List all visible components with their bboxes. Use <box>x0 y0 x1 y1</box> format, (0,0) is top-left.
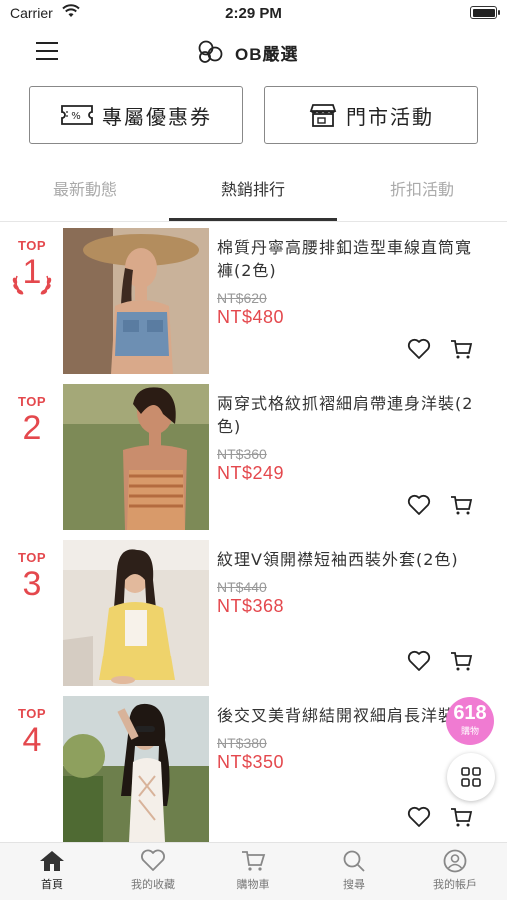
grid-icon <box>461 767 481 787</box>
nav-search[interactable]: 搜尋 <box>304 849 404 892</box>
favorite-heart-icon[interactable] <box>407 806 431 828</box>
nav-favorites[interactable]: 我的收藏 <box>103 849 203 892</box>
grid-menu-button[interactable] <box>447 753 495 801</box>
rank-badge: TOP 2 <box>8 394 56 447</box>
coupon-icon: % <box>61 105 93 125</box>
brand-name: OB嚴選 <box>235 44 299 64</box>
product-info: 後交叉美背綁結開衩細肩長洋裝 NT$380 NT$350 <box>217 704 477 773</box>
nav-favorites-label: 我的收藏 <box>131 878 175 891</box>
product-info: 兩穿式格紋抓褶細肩帶連身洋裝(2色) NT$360 NT$249 <box>217 392 477 484</box>
brand-logo-icon <box>198 40 223 63</box>
list-item[interactable]: TOP 3 紋理V領開襟短袖西裝外套(2色) NT$440 NT$368 <box>0 534 507 689</box>
promo-618-label: 購物 <box>460 726 479 736</box>
rank-badge: TOP 1 <box>8 238 56 295</box>
cart-icon <box>242 851 266 871</box>
search-icon <box>343 850 365 872</box>
brand-logo: OB嚴選 <box>195 38 299 66</box>
rank-label: TOP <box>18 550 46 565</box>
rank-number: 4 <box>22 721 42 759</box>
sale-price: NT$368 <box>217 596 285 616</box>
promo-buttons: % 專屬優惠券 門市活動 <box>29 86 479 144</box>
category-tabs: 最新動態 熱銷排行 折扣活動 <box>0 168 507 222</box>
product-title[interactable]: 後交叉美背綁結開衩細肩長洋裝 <box>217 704 477 727</box>
coupon-button-label: 專屬優惠券 <box>102 104 212 129</box>
app-header: OB嚴選 <box>0 30 507 74</box>
tab-discounts[interactable]: 折扣活動 <box>347 176 497 200</box>
product-actions <box>407 494 473 520</box>
product-title[interactable]: 棉質丹寧高腰排釦造型車線直筒寬褲(2色) <box>217 236 477 282</box>
list-item[interactable]: TOP 1 棉質丹寧高腰排釦造型車線直筒寬褲(2色) NT$620 NT$480 <box>0 222 507 377</box>
add-to-cart-icon[interactable] <box>449 650 473 672</box>
promo-618-button[interactable]: 618 購物 <box>446 697 494 745</box>
rank-badge: TOP 3 <box>8 550 56 603</box>
rank-label: TOP <box>18 238 46 253</box>
original-price: NT$440 <box>217 579 267 595</box>
list-item[interactable]: TOP 2 兩穿式格紋抓褶細肩帶連身洋裝(2色) NT$360 NT$249 <box>0 378 507 533</box>
add-to-cart-icon[interactable] <box>449 494 473 516</box>
laurel-icon <box>12 275 52 295</box>
favorite-heart-icon[interactable] <box>407 338 431 360</box>
add-to-cart-icon[interactable] <box>449 338 473 360</box>
home-icon <box>40 851 64 871</box>
coupon-button[interactable]: % 專屬優惠券 <box>29 86 243 144</box>
battery-icon <box>470 6 500 19</box>
product-image[interactable] <box>63 540 209 686</box>
nav-account[interactable]: 我的帳戶 <box>405 849 505 892</box>
tab-latest[interactable]: 最新動態 <box>10 176 160 200</box>
product-info: 紋理V領開襟短袖西裝外套(2色) NT$440 NT$368 <box>217 548 477 617</box>
product-image[interactable] <box>63 384 209 530</box>
store-events-button[interactable]: 門市活動 <box>264 86 478 144</box>
rank-badge: TOP 4 <box>8 706 56 759</box>
sale-price: NT$249 <box>217 463 285 483</box>
original-price: NT$380 <box>217 735 267 751</box>
original-price: NT$620 <box>217 290 267 306</box>
rank-label: TOP <box>18 706 46 721</box>
nav-cart[interactable]: 購物車 <box>203 849 303 892</box>
promo-618-number: 618 <box>453 702 487 724</box>
favorite-heart-icon[interactable] <box>407 494 431 516</box>
rank-number: 2 <box>22 409 42 447</box>
nav-home-label: 首頁 <box>41 878 63 891</box>
add-to-cart-icon[interactable] <box>449 806 473 828</box>
nav-search-label: 搜尋 <box>343 878 365 891</box>
heart-icon <box>141 849 165 871</box>
rank-label: TOP <box>18 394 46 409</box>
product-actions <box>407 650 473 676</box>
product-actions <box>407 806 473 832</box>
sale-price: NT$350 <box>217 752 285 772</box>
nav-cart-label: 購物車 <box>236 878 270 891</box>
product-image[interactable] <box>63 696 209 842</box>
product-title[interactable]: 紋理V領開襟短袖西裝外套(2色) <box>217 548 477 571</box>
store-icon <box>309 104 337 127</box>
nav-account-label: 我的帳戶 <box>433 878 477 891</box>
tab-active-indicator <box>169 218 337 221</box>
menu-icon[interactable] <box>36 42 58 60</box>
store-events-button-label: 門市活動 <box>346 104 434 129</box>
list-item[interactable]: TOP 4 後交叉美背綁結開衩細肩長洋裝 NT$380 NT$350 <box>0 690 507 845</box>
product-info: 棉質丹寧高腰排釦造型車線直筒寬褲(2色) NT$620 NT$480 <box>217 236 477 328</box>
original-price: NT$360 <box>217 446 267 462</box>
nav-home[interactable]: 首頁 <box>2 849 102 892</box>
product-actions <box>407 338 473 364</box>
status-bar: Carrier 2:29 PM <box>0 0 507 28</box>
favorite-heart-icon[interactable] <box>407 650 431 672</box>
product-image[interactable] <box>63 228 209 374</box>
sale-price: NT$480 <box>217 307 285 327</box>
rank-number: 3 <box>22 565 42 603</box>
bottom-nav: 首頁 我的收藏 購物車 搜尋 我的帳戶 <box>0 842 507 900</box>
account-icon <box>443 849 467 873</box>
tab-bestseller[interactable]: 熱銷排行 <box>178 176 328 200</box>
svg-text:%: % <box>71 111 83 122</box>
clock: 2:29 PM <box>225 5 282 22</box>
product-title[interactable]: 兩穿式格紋抓褶細肩帶連身洋裝(2色) <box>217 392 477 438</box>
